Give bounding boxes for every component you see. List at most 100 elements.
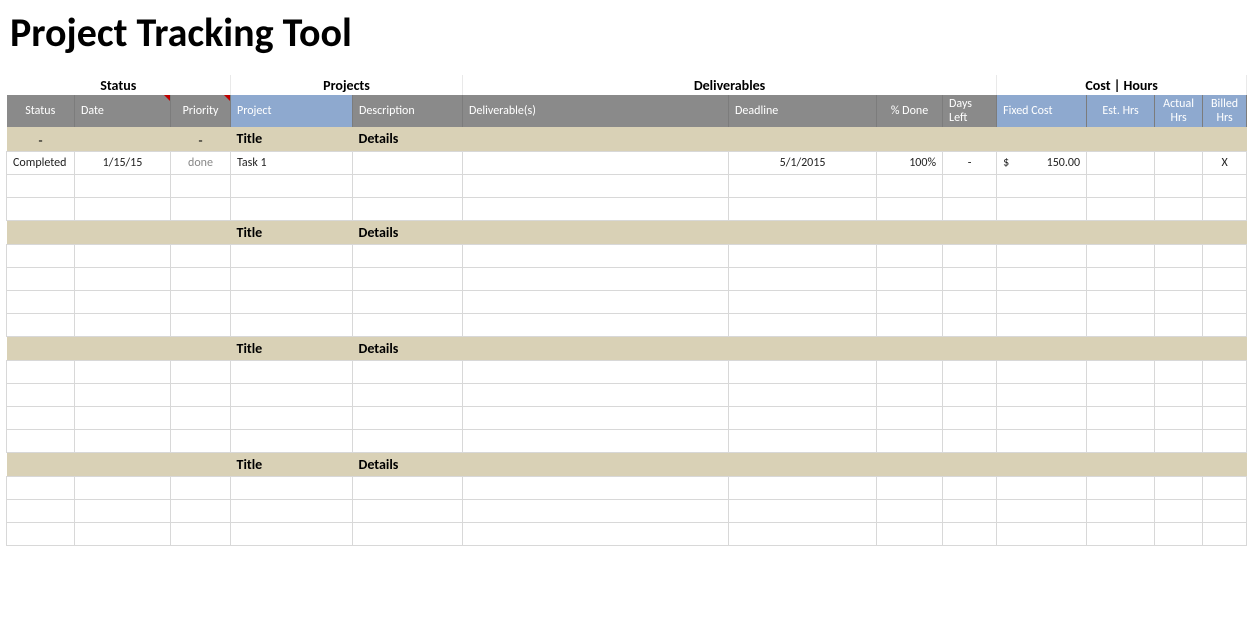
cell[interactable] [231, 290, 353, 313]
cell[interactable] [75, 267, 171, 290]
cell[interactable] [7, 313, 75, 336]
cell[interactable] [463, 290, 729, 313]
cell[interactable] [1203, 360, 1247, 383]
cell-actual-hrs[interactable] [1155, 151, 1203, 174]
cell[interactable] [1155, 476, 1203, 499]
cell[interactable] [171, 336, 231, 360]
cell[interactable] [877, 174, 943, 197]
cell[interactable] [7, 244, 75, 267]
cell[interactable] [171, 244, 231, 267]
cell[interactable] [997, 290, 1087, 313]
cell[interactable] [877, 429, 943, 452]
cell-project[interactable]: Task 1 [231, 151, 353, 174]
cell[interactable] [7, 267, 75, 290]
cell[interactable] [1203, 383, 1247, 406]
cell[interactable] [7, 290, 75, 313]
cell[interactable] [943, 499, 997, 522]
cell[interactable] [1155, 267, 1203, 290]
cell[interactable] [1203, 174, 1247, 197]
cell[interactable] [353, 244, 463, 267]
cell[interactable] [877, 360, 943, 383]
cell[interactable] [877, 244, 943, 267]
cell[interactable] [1155, 313, 1203, 336]
cell[interactable] [1087, 522, 1155, 545]
cell[interactable] [75, 406, 171, 429]
cell[interactable] [7, 220, 75, 244]
cell[interactable] [463, 499, 729, 522]
cell[interactable] [1087, 267, 1155, 290]
cell[interactable] [1203, 522, 1247, 545]
cell[interactable] [171, 499, 231, 522]
cell[interactable] [353, 290, 463, 313]
cell[interactable] [1203, 197, 1247, 220]
cell[interactable] [1155, 244, 1203, 267]
cell[interactable] [231, 429, 353, 452]
cell[interactable] [463, 197, 729, 220]
cell[interactable] [997, 383, 1087, 406]
cell[interactable] [997, 522, 1087, 545]
cell[interactable] [7, 452, 75, 476]
section-status-dash[interactable]: - [7, 127, 75, 151]
cell[interactable] [1203, 290, 1247, 313]
cell[interactable] [7, 406, 75, 429]
cell[interactable] [1087, 499, 1155, 522]
cell[interactable] [729, 267, 877, 290]
cell[interactable] [463, 429, 729, 452]
cell[interactable] [171, 452, 231, 476]
section-details[interactable]: Details [353, 220, 1247, 244]
cell[interactable] [463, 313, 729, 336]
cell[interactable] [997, 244, 1087, 267]
cell[interactable] [7, 336, 75, 360]
cell[interactable] [1155, 360, 1203, 383]
cell[interactable] [1203, 499, 1247, 522]
cell[interactable] [1087, 197, 1155, 220]
cell[interactable] [7, 499, 75, 522]
cell[interactable] [943, 522, 997, 545]
cell[interactable] [997, 499, 1087, 522]
cell[interactable] [353, 522, 463, 545]
cell[interactable] [231, 383, 353, 406]
cell[interactable] [463, 244, 729, 267]
cell[interactable] [877, 290, 943, 313]
cell[interactable] [7, 174, 75, 197]
header-deadline[interactable]: Deadline [729, 95, 877, 127]
header-fixed-cost[interactable]: Fixed Cost [997, 95, 1087, 127]
cell[interactable] [171, 290, 231, 313]
header-pct-done[interactable]: % Done [877, 95, 943, 127]
cell-pct-done[interactable]: 100% [877, 151, 943, 174]
cell[interactable] [877, 267, 943, 290]
cell[interactable] [171, 174, 231, 197]
cell[interactable] [463, 174, 729, 197]
cell[interactable] [7, 383, 75, 406]
cell[interactable] [1155, 429, 1203, 452]
cell-billed-hrs[interactable]: X [1203, 151, 1247, 174]
cell[interactable] [729, 197, 877, 220]
cell[interactable] [231, 197, 353, 220]
cell-est-hrs[interactable] [1087, 151, 1155, 174]
cell[interactable] [1203, 476, 1247, 499]
cell[interactable] [729, 522, 877, 545]
cell[interactable] [171, 522, 231, 545]
cell[interactable] [171, 429, 231, 452]
cell[interactable] [75, 522, 171, 545]
cell[interactable] [171, 197, 231, 220]
cell[interactable] [1203, 313, 1247, 336]
cell[interactable] [463, 522, 729, 545]
cell[interactable] [353, 383, 463, 406]
cell[interactable] [943, 476, 997, 499]
cell[interactable] [75, 244, 171, 267]
cell[interactable] [943, 313, 997, 336]
cell[interactable] [1203, 406, 1247, 429]
cell[interactable] [943, 406, 997, 429]
cell[interactable] [729, 290, 877, 313]
cell-date[interactable]: 1/15/15 [75, 151, 171, 174]
cell[interactable] [943, 267, 997, 290]
cell[interactable] [729, 383, 877, 406]
cell[interactable] [729, 406, 877, 429]
cell[interactable] [231, 522, 353, 545]
header-days-left[interactable]: Days Left [943, 95, 997, 127]
cell[interactable] [729, 499, 877, 522]
cell[interactable] [1087, 313, 1155, 336]
cell[interactable] [943, 174, 997, 197]
cell[interactable] [353, 429, 463, 452]
